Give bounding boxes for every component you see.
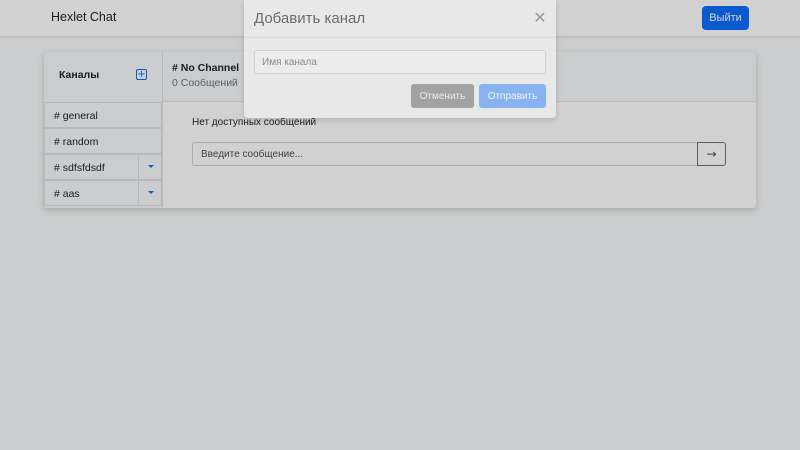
- modal-title: Добавить канал: [254, 10, 366, 27]
- close-icon[interactable]: ✕: [533, 10, 547, 26]
- submit-button[interactable]: Отправить: [479, 84, 546, 108]
- cancel-button[interactable]: Отменить: [411, 84, 474, 108]
- modal-header: Добавить канал ✕: [244, 0, 556, 38]
- channel-name-input[interactable]: [254, 50, 546, 74]
- add-channel-modal: Добавить канал ✕ Отменить Отправить: [244, 0, 556, 118]
